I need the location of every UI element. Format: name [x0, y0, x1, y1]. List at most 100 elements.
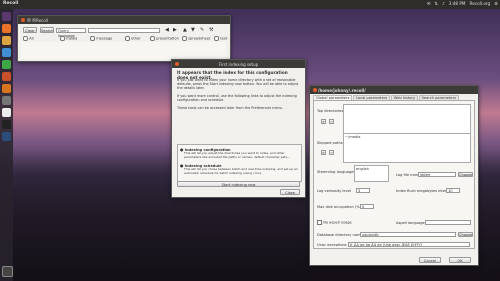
- search-button[interactable]: Search: [40, 27, 54, 33]
- next-page-icon[interactable]: ▶: [173, 27, 177, 33]
- writer-icon[interactable]: [2, 48, 11, 57]
- query-mode-select[interactable]: Query language: [56, 27, 86, 38]
- minimize-icon[interactable]: [26, 18, 31, 22]
- add-top-dir-button[interactable]: +: [321, 119, 326, 124]
- filter-other[interactable]: other: [125, 36, 141, 41]
- dbdir-label: Database directory name: [317, 233, 363, 237]
- active-app-name: Recoll: [3, 1, 19, 6]
- filter-spreadsheet[interactable]: spreadsheet: [182, 36, 210, 41]
- filter-all[interactable]: All: [23, 36, 34, 41]
- bullet-icon: ●: [180, 147, 184, 152]
- files-icon[interactable]: [2, 36, 11, 45]
- dbdir-input[interactable]: xapiandb: [360, 232, 456, 237]
- close-icon[interactable]: [313, 88, 317, 92]
- log-verbosity-spin[interactable]: 3: [356, 188, 370, 193]
- add-skipped-button[interactable]: +: [321, 150, 326, 155]
- unac-label: Unac exceptions: [317, 243, 347, 247]
- system-tray: ✉ ⇅ ♪ 3:48 PM Recoll.org ⚙: [427, 1, 498, 6]
- dialog-title: First indexing setup: [218, 61, 259, 67]
- sort-down-icon[interactable]: ▼: [191, 27, 195, 33]
- remove-top-dir-button[interactable]: −: [329, 119, 334, 124]
- trash-icon[interactable]: [2, 266, 13, 277]
- stemming-label: Stemming languages: [317, 170, 356, 174]
- tools-icon[interactable]: ⚒: [209, 27, 213, 33]
- close-button[interactable]: Close: [280, 189, 300, 195]
- stemming-item[interactable]: english: [356, 167, 369, 171]
- clear-button[interactable]: Clear: [23, 27, 37, 33]
- title-bar: /home/johnny/.recoll/: [310, 86, 478, 94]
- aspell-lang-label: Aspell language: [396, 221, 425, 225]
- checkbox-icon: [317, 220, 322, 225]
- results-area: [21, 42, 226, 59]
- log-file-label: Log file name: [396, 173, 421, 177]
- recoll-main-window: Recoll Clear Search Query language ◀ ▶ ▲…: [17, 15, 231, 62]
- aspell-lang-input[interactable]: [425, 220, 471, 225]
- filter-media[interactable]: media: [60, 36, 77, 41]
- close-icon[interactable]: [21, 18, 25, 22]
- previous-page-icon[interactable]: ◀: [165, 27, 169, 33]
- top-dirs-label: Top directories: [317, 109, 344, 113]
- skipped-paths-label: Skipped paths: [317, 141, 343, 145]
- calc-icon[interactable]: [2, 60, 11, 69]
- skipped-path-item[interactable]: ~/media: [345, 135, 360, 139]
- link-panel: ● Indexing configuration This will let y…: [177, 144, 302, 182]
- dialog-body-advanced: If you want more control, use the follow…: [177, 94, 297, 102]
- settings-icon[interactable]: [2, 96, 11, 105]
- volume-icon[interactable]: ♪: [442, 1, 445, 6]
- spelling-icon[interactable]: ✎: [200, 27, 204, 33]
- gear-icon[interactable]: ⚙: [494, 1, 498, 6]
- stemming-list[interactable]: english: [354, 165, 389, 182]
- dialog-body-preferences: These tools can be accessed later from t…: [177, 106, 284, 110]
- firefox-icon[interactable]: [2, 24, 11, 33]
- software-center-icon[interactable]: [2, 84, 11, 93]
- indexing-schedule-desc: This will let you chose between batch an…: [184, 167, 298, 175]
- mail-icon[interactable]: ✉: [427, 1, 431, 6]
- log-verbosity-label: Log verbosity level: [317, 189, 351, 193]
- choose-log-button[interactable]: Choose: [458, 171, 473, 177]
- radio-icon: [60, 36, 65, 41]
- ok-button[interactable]: OK: [449, 257, 471, 263]
- impress-icon[interactable]: [2, 72, 11, 81]
- radio-icon: [90, 36, 95, 41]
- user-menu[interactable]: Recoll.org: [470, 1, 491, 6]
- filter-presentation[interactable]: presentation: [150, 36, 179, 41]
- title-bar: First indexing setup: [172, 60, 305, 68]
- skipped-paths-list[interactable]: ~/media: [343, 133, 471, 163]
- radio-icon: [182, 36, 187, 41]
- flush-spin[interactable]: 10: [446, 188, 460, 193]
- filter-message[interactable]: message: [90, 36, 112, 41]
- top-panel: Recoll ✉ ⇅ ♪ 3:48 PM Recoll.org ⚙: [0, 0, 500, 9]
- max-disk-spin[interactable]: 0: [360, 204, 374, 209]
- radio-icon: [150, 36, 155, 41]
- clock[interactable]: 3:48 PM: [449, 1, 466, 6]
- window-title: Recoll: [36, 17, 48, 23]
- dialog-title: /home/johnny/.recoll/: [318, 87, 366, 93]
- radio-icon: [125, 36, 130, 41]
- flush-label: Index flush megabytes interval: [396, 189, 452, 193]
- remove-skipped-button[interactable]: −: [329, 150, 334, 155]
- unac-input[interactable]: fr ÄÄ ae àa ÂA ae (Use aesc ÆAE Ø:FFO: [348, 242, 470, 247]
- dialog-body: If you just want to index your home dire…: [177, 78, 299, 90]
- search-input[interactable]: [88, 27, 160, 33]
- max-disk-label: Max disk occupation (%): [317, 205, 362, 209]
- recoll-icon[interactable]: [2, 108, 11, 117]
- title-bar: Recoll: [18, 16, 230, 24]
- log-file-input[interactable]: stderr: [418, 172, 456, 177]
- launcher: [0, 9, 13, 281]
- start-indexing-button[interactable]: Start indexing now: [177, 181, 300, 187]
- bullet-icon: ●: [180, 163, 184, 168]
- indexing-config-desc: This will let you adjust the directories…: [184, 151, 290, 159]
- choose-dbdir-button[interactable]: Choose: [458, 231, 473, 237]
- workspace-icon[interactable]: [2, 132, 11, 141]
- radio-icon: [23, 36, 28, 41]
- terminal-icon[interactable]: [2, 120, 11, 129]
- sort-up-icon[interactable]: ▲: [183, 27, 187, 33]
- dash-icon[interactable]: [2, 12, 11, 21]
- aspell-checkbox[interactable]: No aspell usage: [317, 220, 352, 225]
- config-dialog: /home/johnny/.recoll/ Global parameters …: [309, 85, 479, 266]
- radio-icon: [214, 36, 219, 41]
- top-dirs-list[interactable]: [343, 104, 471, 134]
- filter-text[interactable]: text: [214, 36, 227, 41]
- cancel-button[interactable]: Cancel: [419, 257, 441, 263]
- network-icon[interactable]: ⇅: [434, 1, 438, 6]
